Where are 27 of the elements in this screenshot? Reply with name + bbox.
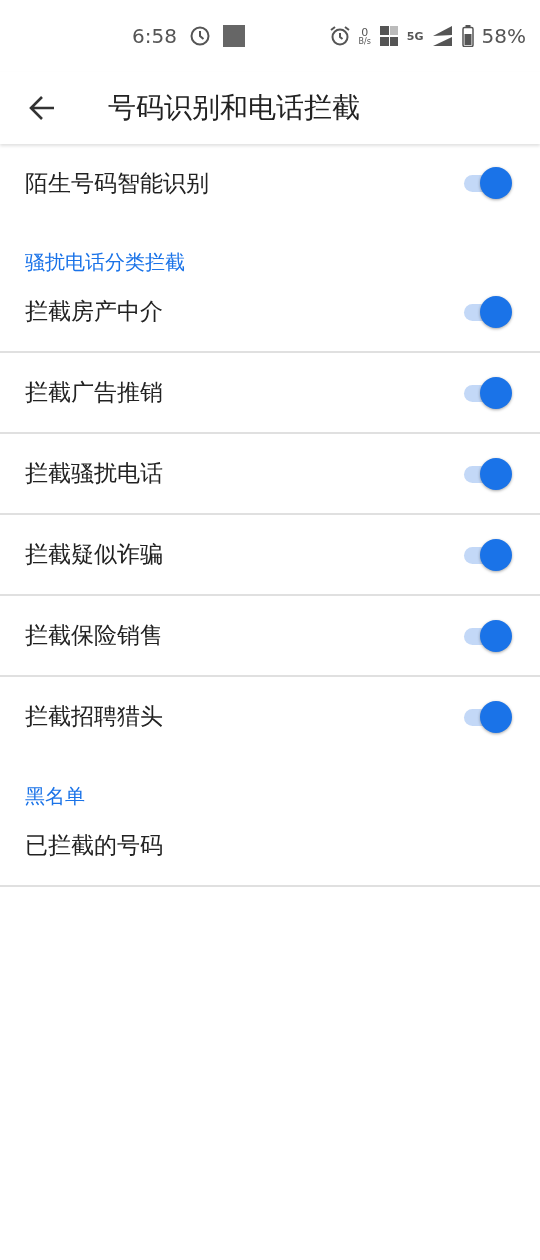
speed-unit: B/s bbox=[358, 37, 371, 46]
toggle-switch[interactable] bbox=[462, 457, 512, 490]
toggle-switch[interactable] bbox=[462, 700, 512, 733]
battery-level: 58% bbox=[481, 24, 526, 48]
setting-label: 拦截骚扰电话 bbox=[25, 459, 163, 488]
signal-icon bbox=[431, 25, 454, 47]
page-title: 号码识别和电话拦截 bbox=[108, 90, 360, 126]
section-header: 黑名单 bbox=[25, 786, 85, 806]
setting-label: 拦截广告推销 bbox=[25, 378, 163, 407]
toggle-switch[interactable] bbox=[462, 167, 512, 199]
setting-label: 陌生号码智能识别 bbox=[25, 168, 209, 198]
settings-item[interactable]: 已拦截的号码 bbox=[0, 806, 540, 887]
setting-label: 拦截保险销售 bbox=[25, 621, 163, 650]
toggle-switch[interactable] bbox=[462, 295, 512, 328]
setting-label: 拦截房产中介 bbox=[25, 297, 163, 326]
battery-icon bbox=[461, 25, 474, 47]
clock-icon bbox=[188, 25, 211, 47]
section-header: 骚扰电话分类拦截 bbox=[25, 252, 185, 272]
setting-label: 拦截疑似诈骗 bbox=[25, 540, 163, 569]
toggle-switch[interactable] bbox=[462, 538, 512, 571]
network-speed: 0 bbox=[361, 26, 369, 38]
status-time: 6:58 bbox=[132, 24, 177, 48]
toggle-switch[interactable] bbox=[462, 376, 512, 409]
alarm-icon bbox=[328, 25, 351, 47]
setting-label: 拦截招聘猎头 bbox=[25, 702, 163, 731]
network-type: 5G bbox=[406, 29, 424, 43]
toggle-switch[interactable] bbox=[462, 619, 512, 652]
